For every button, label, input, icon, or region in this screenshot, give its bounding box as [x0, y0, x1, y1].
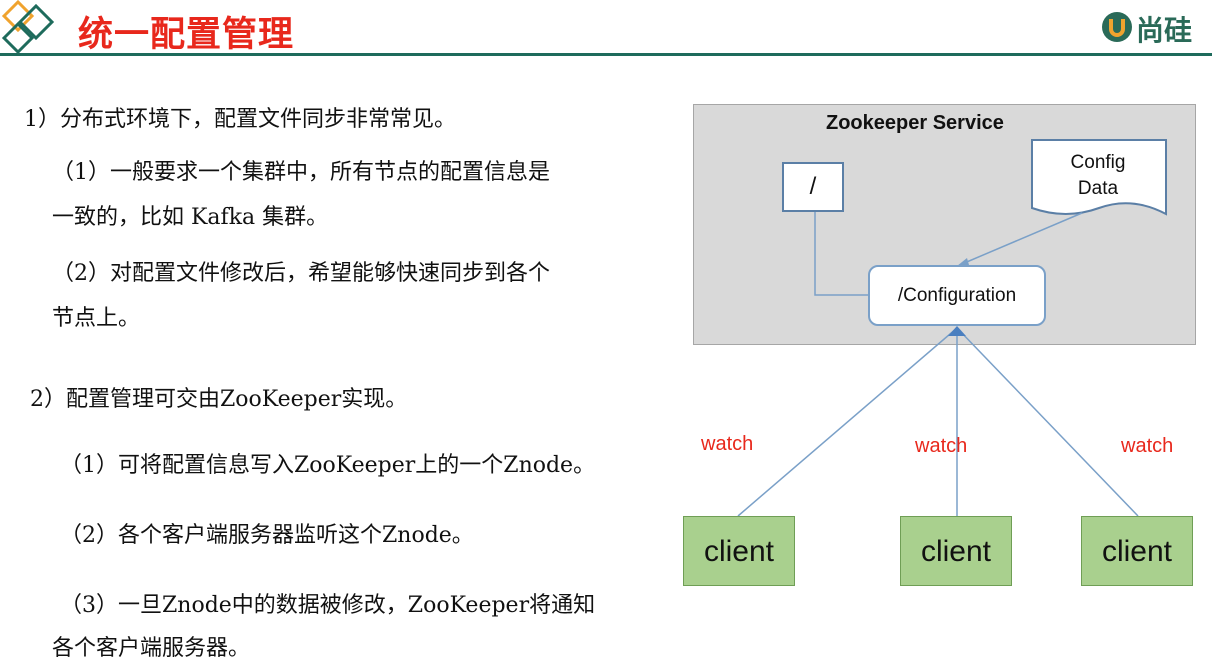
root-znode: / [782, 162, 844, 212]
config-data-label: Config Data [1040, 150, 1156, 202]
client-box-2: client [900, 516, 1012, 586]
watch-label-1: watch [701, 433, 754, 455]
diagram-connectors [737, 139, 1167, 517]
client-box-3: client [1081, 516, 1193, 586]
client-3-line [956, 327, 1139, 517]
data-to-config-arrow [961, 212, 1083, 265]
root-to-config-line [814, 212, 868, 296]
client-1-line [737, 327, 958, 517]
client-box-1: client [683, 516, 795, 586]
watch-label-3: watch [1121, 435, 1174, 457]
configuration-znode: /Configuration [868, 265, 1046, 326]
config-data-line2: Data [1077, 178, 1119, 199]
watch-label-2: watch [915, 435, 968, 457]
config-data-line1: Config [1070, 152, 1126, 173]
arrow-head [948, 326, 966, 336]
